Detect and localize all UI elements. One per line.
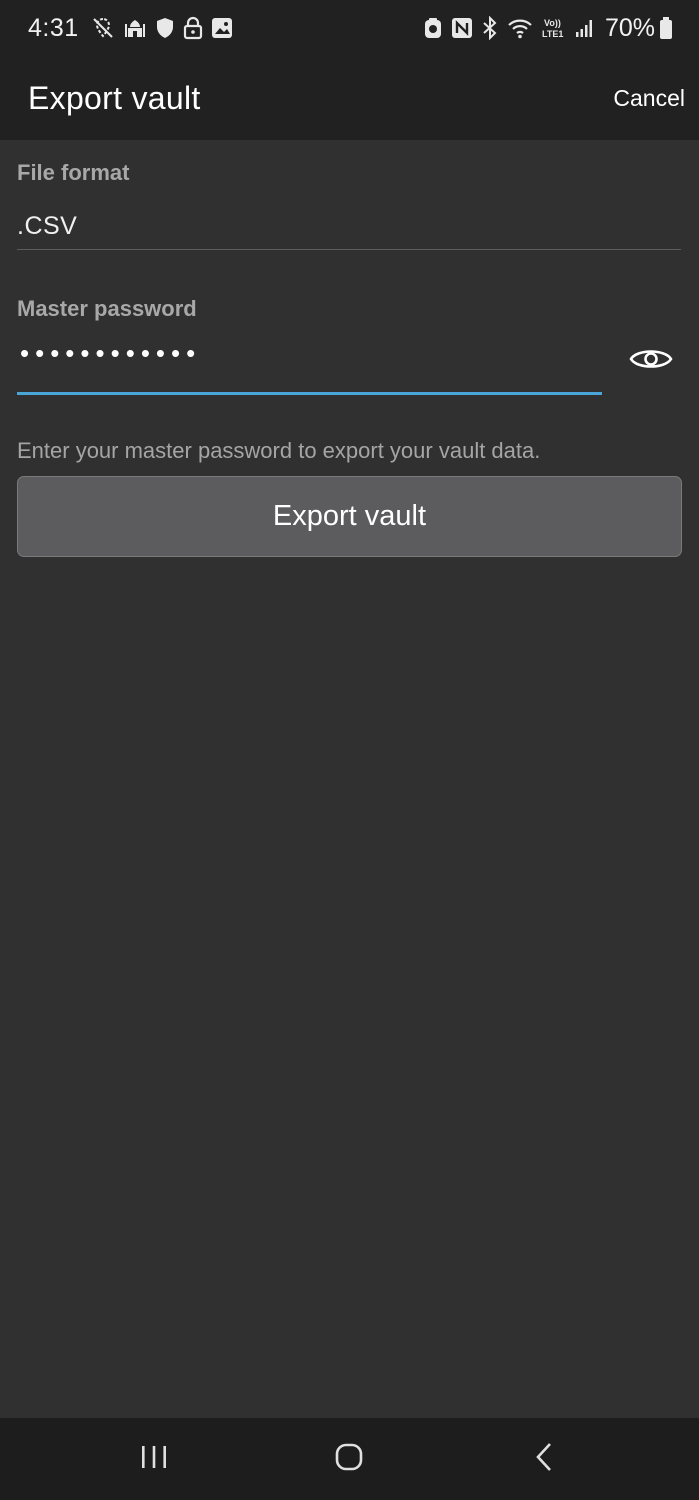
master-password-underline bbox=[17, 392, 602, 395]
status-left: 4:31 bbox=[28, 14, 241, 43]
location-off-icon bbox=[91, 16, 115, 40]
svg-text:LTE1: LTE1 bbox=[542, 29, 563, 39]
back-icon bbox=[535, 1442, 555, 1477]
battery-percent: 70% bbox=[604, 13, 655, 42]
helper-text: Enter your master password to export you… bbox=[17, 438, 541, 463]
recents-button[interactable] bbox=[109, 1418, 199, 1500]
cancel-button[interactable]: Cancel bbox=[613, 85, 685, 112]
file-format-label: File format bbox=[17, 160, 130, 185]
wifi-icon bbox=[507, 17, 533, 39]
file-format-underline bbox=[17, 249, 681, 250]
bluetooth-icon bbox=[481, 16, 499, 40]
export-vault-button[interactable]: Export vault bbox=[17, 476, 682, 557]
system-nav-bar bbox=[0, 1418, 699, 1500]
master-password-input[interactable]: •••••••••••• bbox=[20, 338, 201, 369]
mosque-icon bbox=[123, 16, 147, 40]
lock-icon bbox=[183, 16, 203, 40]
eye-icon bbox=[629, 345, 673, 378]
home-button[interactable] bbox=[304, 1418, 394, 1500]
recents-icon bbox=[139, 1444, 169, 1475]
file-format-select[interactable]: .CSV bbox=[17, 212, 77, 241]
nfc-icon bbox=[451, 17, 473, 39]
battery-icon bbox=[659, 16, 673, 40]
app-header: Export vault Cancel bbox=[0, 56, 699, 140]
show-password-toggle[interactable] bbox=[626, 342, 676, 380]
page-title: Export vault bbox=[28, 79, 201, 116]
image-icon bbox=[211, 17, 233, 39]
status-right: Vo)) LTE1 70% bbox=[423, 14, 673, 43]
volte-icon: Vo)) LTE1 bbox=[541, 16, 567, 40]
svg-text:Vo)): Vo)) bbox=[544, 18, 561, 28]
signal-icon bbox=[575, 18, 595, 38]
master-password-label: Master password bbox=[17, 296, 197, 321]
back-button[interactable] bbox=[500, 1418, 590, 1500]
shield-icon bbox=[155, 17, 175, 39]
status-bar: 4:31 Vo)) LTE1 70% bbox=[0, 0, 699, 56]
home-icon bbox=[334, 1442, 364, 1477]
status-time: 4:31 bbox=[28, 13, 79, 42]
app-notification-icon bbox=[423, 17, 443, 39]
